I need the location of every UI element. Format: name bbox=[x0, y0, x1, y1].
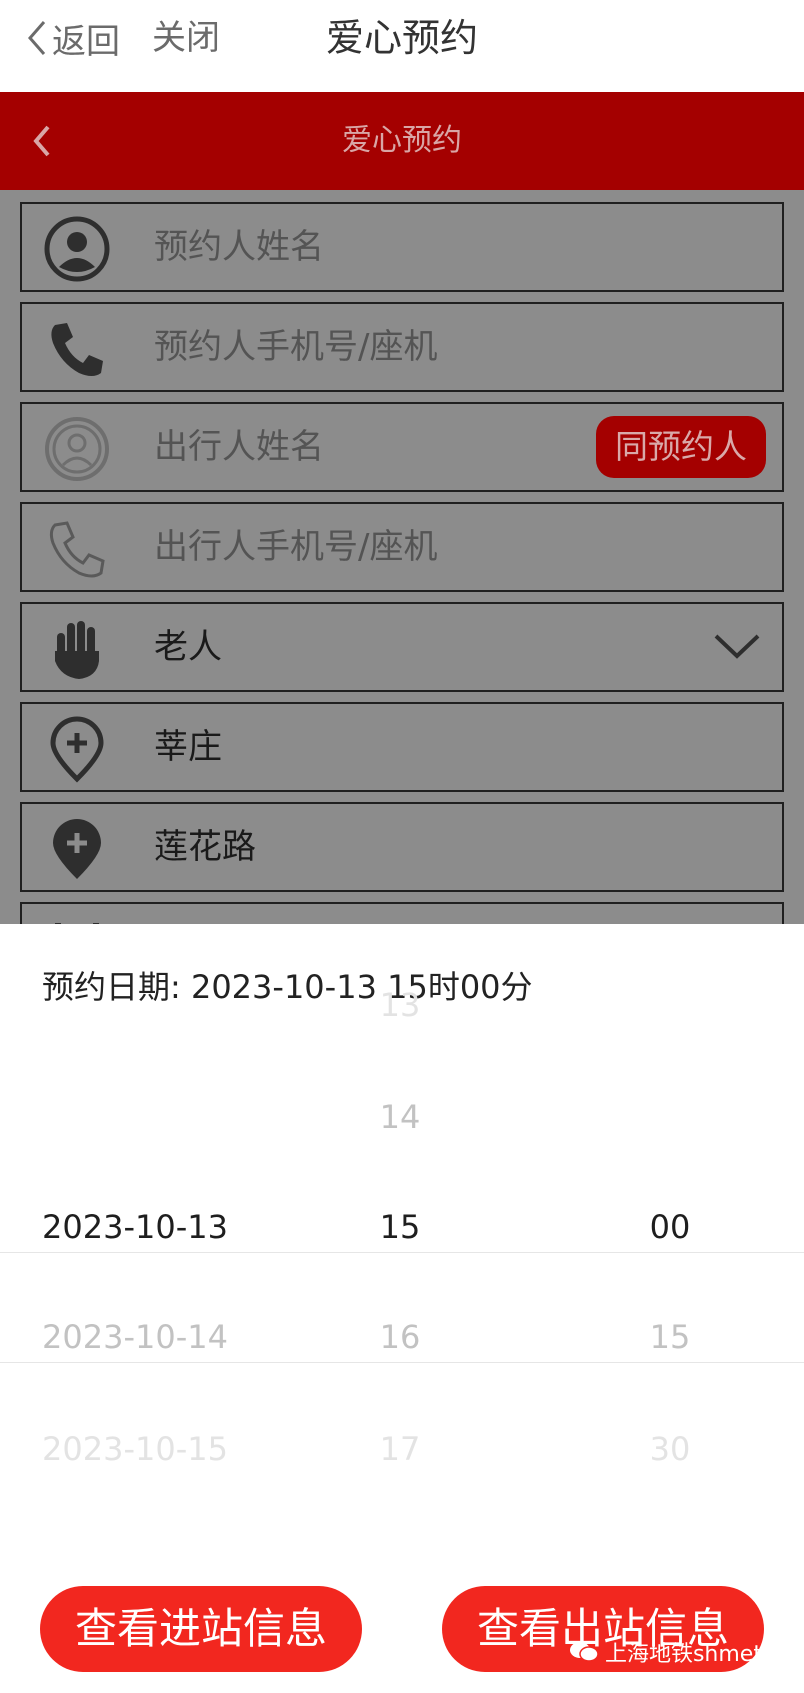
booker-name-field[interactable]: 预约人姓名 bbox=[20, 202, 784, 292]
picker-hour-option[interactable]: 16 bbox=[350, 1312, 450, 1362]
phone-icon bbox=[42, 314, 112, 384]
traveler-type-select[interactable]: 老人 bbox=[20, 602, 784, 692]
end-station-field[interactable]: 莲花路 bbox=[20, 802, 784, 892]
traveler-type-value: 老人 bbox=[154, 627, 222, 667]
chevron-down-icon[interactable] bbox=[712, 626, 762, 670]
booker-phone-field[interactable]: 预约人手机号/座机 bbox=[20, 302, 784, 392]
page-title: 爱心预约 bbox=[325, 16, 478, 60]
picker-date-selected[interactable]: 2023-10-13 bbox=[30, 1202, 240, 1252]
picker-selection-divider-bottom bbox=[0, 1362, 804, 1363]
picker-hour-selected[interactable]: 15 bbox=[350, 1202, 450, 1252]
user-outline-icon bbox=[42, 414, 112, 484]
picker-date-label: 预约日期: 2023-10-13 15时00分 bbox=[42, 968, 533, 1006]
traveler-name-field[interactable]: 出行人姓名 同预约人 bbox=[20, 402, 784, 492]
top-navigation-bar: 返回 关闭 爱心预约 bbox=[0, 0, 804, 92]
date-field[interactable] bbox=[20, 902, 784, 924]
view-entry-info-button[interactable]: 查看进站信息 bbox=[40, 1586, 362, 1672]
traveler-name-placeholder: 出行人姓名 bbox=[154, 427, 324, 467]
header-title: 爱心预约 bbox=[342, 123, 462, 158]
picker-date-option[interactable]: 2023-10-15 bbox=[30, 1424, 240, 1474]
picker-minute-option[interactable]: 15 bbox=[620, 1312, 720, 1362]
picker-minute-option[interactable]: 30 bbox=[620, 1424, 720, 1474]
start-station-value: 莘庄 bbox=[154, 727, 222, 767]
picker-hour-option[interactable]: 13 bbox=[350, 980, 450, 1030]
app-header: 爱心预约 bbox=[0, 92, 804, 190]
phone-outline-icon bbox=[42, 514, 112, 584]
picker-date-option[interactable]: 2023-10-14 bbox=[30, 1312, 240, 1362]
user-icon bbox=[42, 214, 112, 284]
calendar-icon bbox=[42, 914, 112, 924]
location-plus-icon bbox=[42, 814, 112, 884]
picker-hour-option[interactable]: 14 bbox=[350, 1092, 450, 1142]
watermark: 上海地铁shmetro bbox=[569, 1636, 784, 1668]
location-plus-outline-icon bbox=[42, 714, 112, 784]
booking-form: 预约人姓名 预约人手机号/座机 出行人姓名 同预约人 出行人手机号/座机 老人 … bbox=[0, 190, 804, 924]
picker-hour-option[interactable]: 17 bbox=[350, 1424, 450, 1474]
traveler-phone-field[interactable]: 出行人手机号/座机 bbox=[20, 502, 784, 592]
booker-name-placeholder: 预约人姓名 bbox=[154, 227, 324, 267]
same-as-booker-button[interactable]: 同预约人 bbox=[596, 416, 766, 478]
wechat-icon bbox=[569, 1642, 599, 1662]
picker-selection-divider-top bbox=[0, 1252, 804, 1253]
traveler-phone-placeholder: 出行人手机号/座机 bbox=[154, 527, 438, 567]
picker-minute-selected[interactable]: 00 bbox=[620, 1202, 720, 1252]
hand-icon bbox=[42, 614, 112, 684]
booker-phone-placeholder: 预约人手机号/座机 bbox=[154, 327, 438, 367]
watermark-text: 上海地铁shmetro bbox=[604, 1642, 784, 1667]
end-station-value: 莲花路 bbox=[154, 827, 256, 867]
start-station-field[interactable]: 莘庄 bbox=[20, 702, 784, 792]
datetime-picker-sheet: 预约日期: 2023-10-13 15时00分 13 14 2023-10-13… bbox=[0, 924, 804, 1693]
